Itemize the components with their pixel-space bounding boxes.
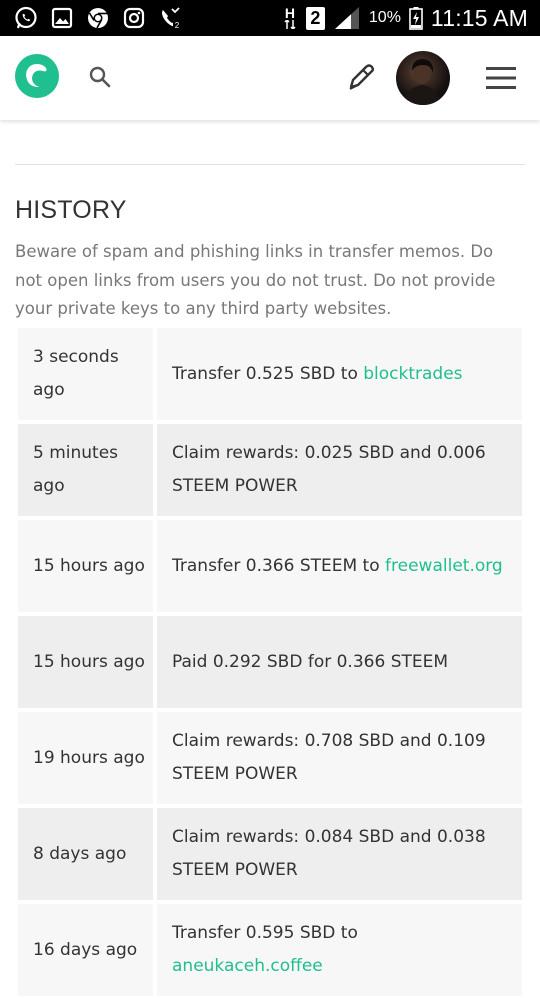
- svg-text:2: 2: [175, 21, 180, 30]
- table-row: 3 seconds ago Transfer 0.525 SBD to block…: [15, 326, 525, 422]
- search-icon[interactable]: [88, 65, 112, 89]
- history-description-cell: Transfer 0.525 SBD to blocktrades: [157, 328, 522, 420]
- gallery-icon: [50, 6, 74, 30]
- account-link[interactable]: blocktrades: [363, 364, 462, 384]
- history-description-cell: Transfer 0.595 SBD to aneukaceh.coffee: [157, 904, 522, 996]
- missed-call-icon: 2: [158, 6, 182, 30]
- phishing-warning: Beware of spam and phishing links in tra…: [15, 242, 496, 319]
- table-row: 16 days ago Transfer 0.595 SBD to aneukac…: [15, 902, 525, 998]
- battery-percent: 10%: [368, 9, 401, 26]
- whatsapp-icon: [14, 6, 38, 30]
- history-description-label: Transfer 0.366 STEEM to: [172, 555, 386, 576]
- history-description-label: Claim rewards: 0.084 SBD and 0.038 STEEM…: [172, 827, 492, 880]
- history-table: 3 seconds ago Transfer 0.525 SBD to block…: [15, 326, 525, 998]
- account-link[interactable]: aneukaceh.coffee: [172, 956, 323, 976]
- battery-charging-icon: [409, 6, 423, 30]
- history-description-label: Paid 0.292 SBD for 0.366 STEEM: [172, 651, 449, 672]
- status-bar: 2 H 2 10% 11:15 AM: [0, 0, 540, 36]
- history-description-label: Claim rewards: 0.708 SBD and 0.109 STEEM…: [172, 731, 492, 784]
- history-description-text: Claim rewards: 0.708 SBD and 0.109 STEEM…: [172, 725, 504, 791]
- history-description-cell: Claim rewards: 0.708 SBD and 0.109 STEEM…: [157, 712, 522, 804]
- clock: 11:15 AM: [430, 4, 528, 31]
- history-time-cell: 15 hours ago: [18, 520, 153, 612]
- history-description-label: Transfer 0.525 SBD to: [172, 363, 364, 384]
- instagram-icon: [122, 6, 146, 30]
- history-description-text: Transfer 0.366 STEEM to freewallet.org: [172, 550, 503, 583]
- history-time-cell: 19 hours ago: [18, 712, 153, 804]
- steemit-logo-icon[interactable]: [14, 53, 60, 99]
- hspa-network-icon: H: [282, 6, 298, 30]
- history-description-cell: Paid 0.292 SBD for 0.366 STEEM: [157, 616, 522, 708]
- chrome-icon: [86, 6, 110, 30]
- user-avatar[interactable]: [396, 51, 450, 105]
- sim-slot-badge: 2: [305, 6, 325, 30]
- history-description-text: Transfer 0.525 SBD to blocktrades: [172, 358, 463, 391]
- history-description-text: Claim rewards: 0.084 SBD and 0.038 STEEM…: [172, 821, 504, 887]
- history-description-text: Claim rewards: 0.025 SBD and 0.006 STEEM…: [172, 437, 504, 503]
- history-time-cell: 3 seconds ago: [18, 328, 153, 420]
- table-row: 19 hours ago Claim rewards: 0.708 SBD and…: [15, 710, 525, 806]
- table-row: 15 hours ago Transfer 0.366 STEEM to free…: [15, 518, 525, 614]
- history-description-cell: Claim rewards: 0.084 SBD and 0.038 STEEM…: [157, 808, 522, 900]
- pen-icon[interactable]: [345, 61, 377, 93]
- history-description-cell: Transfer 0.366 STEEM to freewallet.org: [157, 520, 522, 612]
- history-description-text: Transfer 0.595 SBD to aneukaceh.coffee: [172, 917, 504, 983]
- history-time-cell: 16 days ago: [18, 904, 153, 996]
- table-row: 5 minutes ago Claim rewards: 0.025 SBD an…: [15, 422, 525, 518]
- history-time-cell: 5 minutes ago: [18, 424, 153, 516]
- history-time-cell: 8 days ago: [18, 808, 153, 900]
- table-row: 15 hours ago Paid 0.292 SBD for 0.366 STE…: [15, 614, 525, 710]
- history-heading: HISTORY: [15, 196, 127, 224]
- account-link[interactable]: freewallet.org: [385, 556, 503, 576]
- history-description-cell: Claim rewards: 0.025 SBD and 0.006 STEEM…: [157, 424, 522, 516]
- history-description-label: Transfer 0.595 SBD to: [172, 923, 364, 943]
- history-description-text: Paid 0.292 SBD for 0.366 STEEM: [172, 646, 448, 679]
- history-time-cell: 15 hours ago: [18, 616, 153, 708]
- signal-strength-icon: [333, 6, 361, 30]
- table-row: 8 days ago Claim rewards: 0.084 SBD and 0…: [15, 806, 525, 902]
- section-divider: [15, 164, 525, 165]
- history-description-label: Claim rewards: 0.025 SBD and 0.006 STEEM…: [172, 443, 492, 496]
- hamburger-menu-icon[interactable]: [485, 65, 517, 91]
- app-header: [0, 36, 540, 120]
